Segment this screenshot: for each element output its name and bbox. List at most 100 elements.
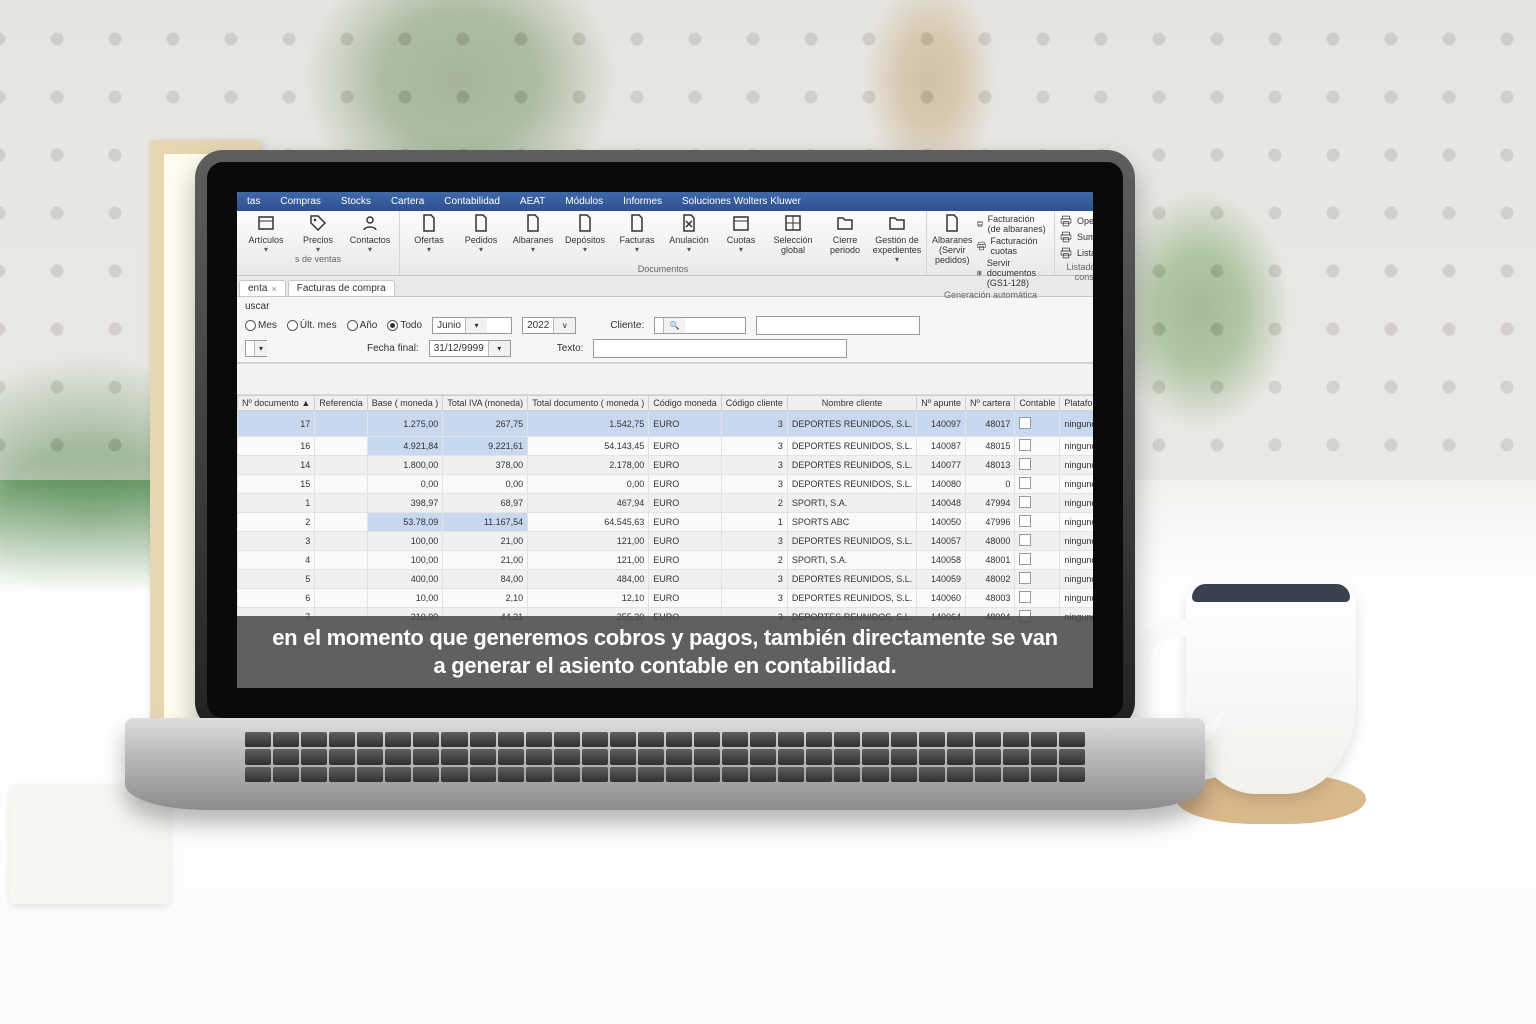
contable-checkbox[interactable] (1019, 534, 1031, 546)
table-row[interactable]: 150,000,000,00EURO3DEPORTES REUNIDOS, S.… (238, 475, 1094, 494)
ribbon-albaranes[interactable]: Albaranes▾ (508, 213, 558, 263)
ribbon-facturas[interactable]: Facturas▾ (612, 213, 662, 263)
laptop-lid: tasComprasStocksCarteraContabilidadAEATM… (195, 150, 1135, 730)
contable-checkbox[interactable] (1019, 496, 1031, 508)
invoices-grid[interactable]: Nº documento ▲ReferenciaBase ( moneda )T… (237, 395, 1093, 627)
table-row[interactable]: 3100,0021,00121,00EURO3DEPORTES REUNIDOS… (238, 532, 1094, 551)
contable-checkbox[interactable] (1019, 417, 1031, 429)
grid-header-row[interactable]: Nº documento ▲ReferenciaBase ( moneda )T… (238, 396, 1094, 411)
ribbon-gesti-n-de-expedientes[interactable]: Gestión de expedientes▾ (872, 213, 922, 263)
ribbon: Artículos▾Precios▾Contactos▾s de ventas O… (237, 211, 1093, 276)
ribbon-ofertas[interactable]: Ofertas▾ (404, 213, 454, 263)
tab-label: Facturas de compra (297, 283, 386, 294)
cliente-label: Cliente: (610, 320, 644, 331)
column-header[interactable]: Código moneda (649, 396, 722, 411)
table-row[interactable]: 141.800,00378,002.178,00EURO3DEPORTES RE… (238, 456, 1094, 475)
column-header[interactable]: Nº cartera (966, 396, 1015, 411)
radio-todo[interactable]: Todo (387, 320, 422, 331)
contable-checkbox[interactable] (1019, 477, 1031, 489)
contable-checkbox[interactable] (1019, 515, 1031, 527)
fecha-final-input[interactable]: 31/12/9999▾ (429, 340, 511, 357)
video-subtitle: en el momento que generemos cobros y pag… (237, 616, 1093, 688)
column-header[interactable]: Nº documento ▲ (238, 396, 315, 411)
ribbon-line[interactable]: Listados (1059, 245, 1093, 261)
table-row[interactable]: 164.921,849.221,6154.143,45EURO3DEPORTES… (238, 437, 1094, 456)
column-header[interactable]: Código cliente (721, 396, 787, 411)
contable-checkbox[interactable] (1019, 439, 1031, 451)
ribbon-albaranes-servir-pedidos-[interactable]: Albaranes (Servir pedidos) (931, 213, 974, 289)
panel-spacer (237, 363, 1093, 395)
ribbon-line[interactable]: Operacio (1059, 213, 1093, 229)
coffee-cup (1186, 584, 1356, 794)
cliente-lookup[interactable]: 🔍 (654, 317, 746, 334)
search-panel: uscar Mes Últ. mes Año Todo Junio▾ 2022∨ Clien… (237, 297, 1093, 363)
close-icon[interactable]: × (271, 284, 276, 294)
ribbon-group-label: Documentos (404, 263, 922, 275)
contable-checkbox[interactable] (1019, 553, 1031, 565)
tab-venta[interactable]: enta × (239, 280, 286, 296)
table-row[interactable]: 253.78,0911.167,5464.545,63EURO1SPORTS A… (238, 513, 1094, 532)
table-row[interactable]: 5400,0084,00484,00EURO3DEPORTES REUNIDOS… (238, 570, 1094, 589)
menu-item[interactable]: AEAT (510, 196, 555, 207)
radio--lt-mes[interactable]: Últ. mes (287, 320, 337, 331)
texto-input[interactable] (593, 339, 847, 358)
ribbon-group-label: s de ventas (241, 253, 395, 265)
ribbon-line[interactable]: Facturación cuotas (976, 235, 1051, 257)
ribbon-cuotas[interactable]: Cuotas▾ (716, 213, 766, 263)
menu-item[interactable]: tas (237, 196, 270, 207)
ribbon-line[interactable]: Suministr (1059, 229, 1093, 245)
tab-label: enta (248, 283, 267, 294)
ribbon-cierre-periodo[interactable]: Cierre periodo (820, 213, 870, 263)
year-combo[interactable]: 2022∨ (522, 317, 576, 334)
column-header[interactable]: Total IVA (moneda) (443, 396, 528, 411)
table-row[interactable]: 610,002,1012,10EURO3DEPORTES REUNIDOS, S… (238, 589, 1094, 608)
column-header[interactable]: Nombre cliente (787, 396, 916, 411)
notebook (10, 784, 170, 904)
ribbon-dep-sitos[interactable]: Depósitos▾ (560, 213, 610, 263)
laptop: tasComprasStocksCarteraContabilidadAEATM… (195, 150, 1135, 810)
column-header[interactable]: Contable (1015, 396, 1060, 411)
ribbon-contactos[interactable]: Contactos▾ (345, 213, 395, 253)
column-header[interactable]: Base ( moneda ) (367, 396, 443, 411)
laptop-deck (125, 718, 1205, 810)
menu-item[interactable]: Contabilidad (434, 196, 510, 207)
tab-facturas-compra[interactable]: Facturas de compra (288, 280, 395, 296)
radio-a-o[interactable]: Año (347, 320, 378, 331)
menu-item[interactable]: Informes (613, 196, 672, 207)
month-combo[interactable]: Junio▾ (432, 317, 512, 334)
fecha-final-label: Fecha final: (367, 343, 419, 354)
filter-row: Mes Últ. mes Año Todo Junio▾ 2022∨ Cliente: 🔍 (245, 316, 1085, 335)
ribbon-line[interactable]: Facturación (de albaranes) (976, 213, 1051, 235)
menu-item[interactable]: Cartera (381, 196, 434, 207)
ribbon-line[interactable]: Servir documentos (GS1-128) (976, 257, 1051, 289)
texto-label: Texto: (557, 343, 584, 354)
ribbon-pedidos[interactable]: Pedidos▾ (456, 213, 506, 263)
table-row[interactable]: 4100,0021,00121,00EURO2SPORTI, S.A.14005… (238, 551, 1094, 570)
contable-checkbox[interactable] (1019, 591, 1031, 603)
ribbon-anulaci-n[interactable]: Anulación▾ (664, 213, 714, 263)
menu-item[interactable]: Stocks (331, 196, 381, 207)
panel-title: uscar (245, 301, 1085, 316)
grid-wrapper: Nº documento ▲ReferenciaBase ( moneda )T… (237, 395, 1093, 627)
menu-item[interactable]: Compras (270, 196, 331, 207)
screen-bezel: tasComprasStocksCarteraContabilidadAEATM… (207, 162, 1123, 718)
keyboard (245, 732, 1085, 782)
menu-item[interactable]: Módulos (555, 196, 613, 207)
small-combo[interactable]: ▾ (245, 340, 267, 357)
column-header[interactable]: Nº apunte (917, 396, 966, 411)
column-header[interactable]: Total documento ( moneda ) (528, 396, 649, 411)
menu-item[interactable]: Soluciones Wolters Kluwer (672, 196, 811, 207)
cliente-name-input[interactable] (756, 316, 920, 335)
column-header[interactable]: Referencia (315, 396, 368, 411)
app-screen: tasComprasStocksCarteraContabilidadAEATM… (237, 192, 1093, 688)
contable-checkbox[interactable] (1019, 458, 1031, 470)
column-header[interactable]: Plataforma de envío (1060, 396, 1093, 411)
table-row[interactable]: 1398,9768,97467,94EURO2SPORTI, S.A.14004… (238, 494, 1094, 513)
ribbon-selecci-n-global[interactable]: Selección global (768, 213, 818, 263)
radio-mes[interactable]: Mes (245, 320, 277, 331)
contable-checkbox[interactable] (1019, 572, 1031, 584)
ribbon-precios[interactable]: Precios▾ (293, 213, 343, 253)
ribbon-art-culos[interactable]: Artículos▾ (241, 213, 291, 253)
main-menu: tasComprasStocksCarteraContabilidadAEATM… (237, 192, 1093, 211)
table-row[interactable]: 171.275,00267,751.542,75EURO3DEPORTES RE… (238, 411, 1094, 437)
